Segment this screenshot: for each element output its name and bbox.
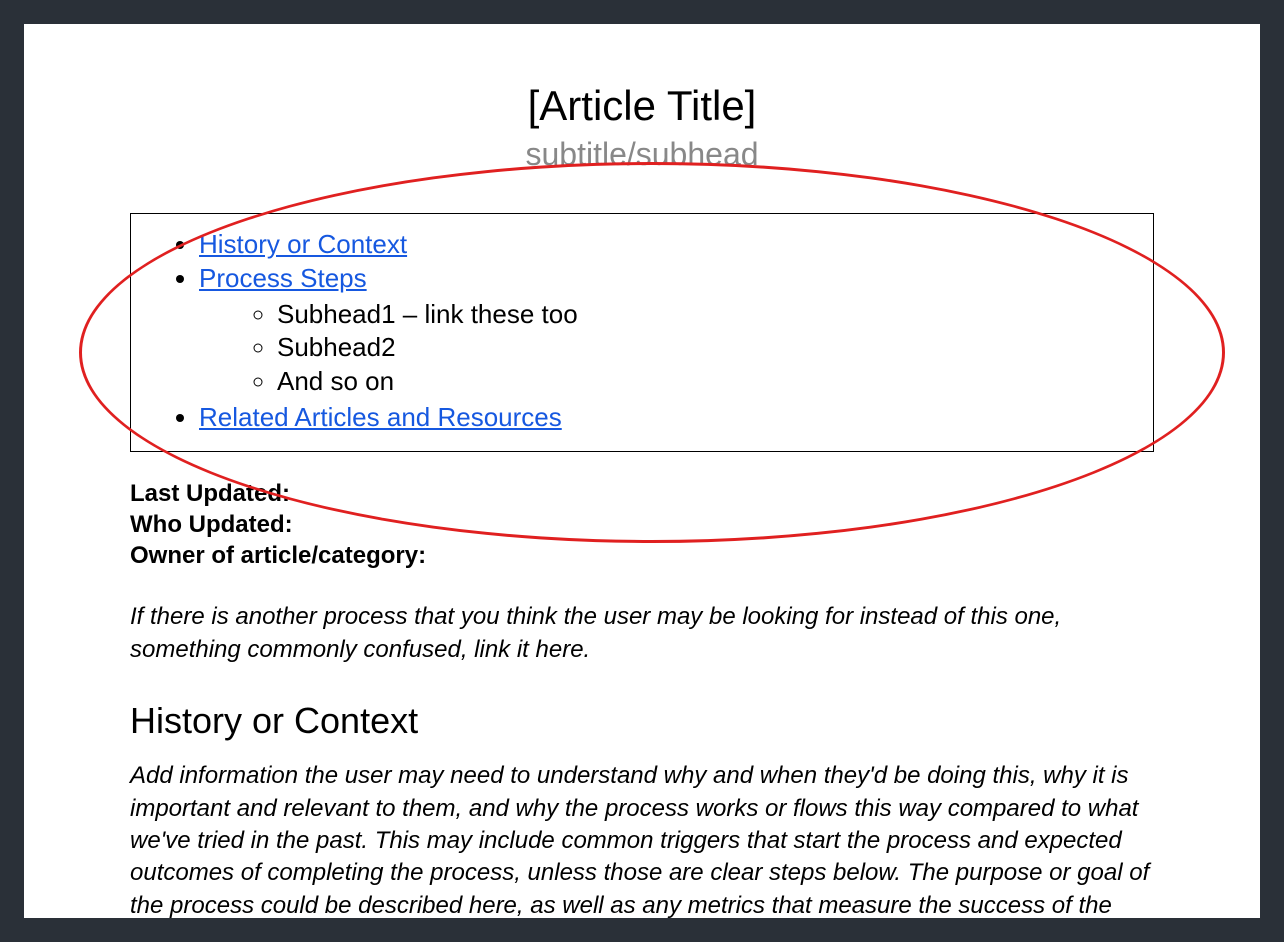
toc-item: History or Context <box>199 228 1143 262</box>
toc-link-process-steps[interactable]: Process Steps <box>199 263 367 293</box>
metadata-block: Last Updated: Who Updated: Owner of arti… <box>130 478 1188 572</box>
outer-frame: [Article Title] subtitle/subhead History… <box>0 0 1284 942</box>
article-subtitle: subtitle/subhead <box>96 136 1188 173</box>
toc-link-history[interactable]: History or Context <box>199 229 407 259</box>
toc-subitem: And so on <box>277 365 1143 399</box>
table-of-contents-box: History or Context Process Steps Subhead… <box>130 213 1154 452</box>
toc-subitem: Subhead2 <box>277 331 1143 365</box>
owner-label: Owner of article/category: <box>130 540 1188 571</box>
who-updated-label: Who Updated: <box>130 509 1188 540</box>
toc-item: Related Articles and Resources <box>199 401 1143 435</box>
helper-note: If there is another process that you thi… <box>130 601 1154 666</box>
toc-subitem: Subhead1 – link these too <box>277 298 1143 332</box>
toc-sublist: Subhead1 – link these too Subhead2 And s… <box>199 298 1143 399</box>
section-heading-history: History or Context <box>130 700 1188 742</box>
toc-item: Process Steps Subhead1 – link these too … <box>199 262 1143 399</box>
toc-link-related[interactable]: Related Articles and Resources <box>199 402 562 432</box>
article-title: [Article Title] <box>96 82 1188 130</box>
page-content: [Article Title] subtitle/subhead History… <box>24 24 1260 918</box>
section-body-history: Add information the user may need to und… <box>130 760 1154 918</box>
document-page: [Article Title] subtitle/subhead History… <box>24 24 1260 918</box>
toc-list: History or Context Process Steps Subhead… <box>141 228 1143 435</box>
last-updated-label: Last Updated: <box>130 478 1188 509</box>
